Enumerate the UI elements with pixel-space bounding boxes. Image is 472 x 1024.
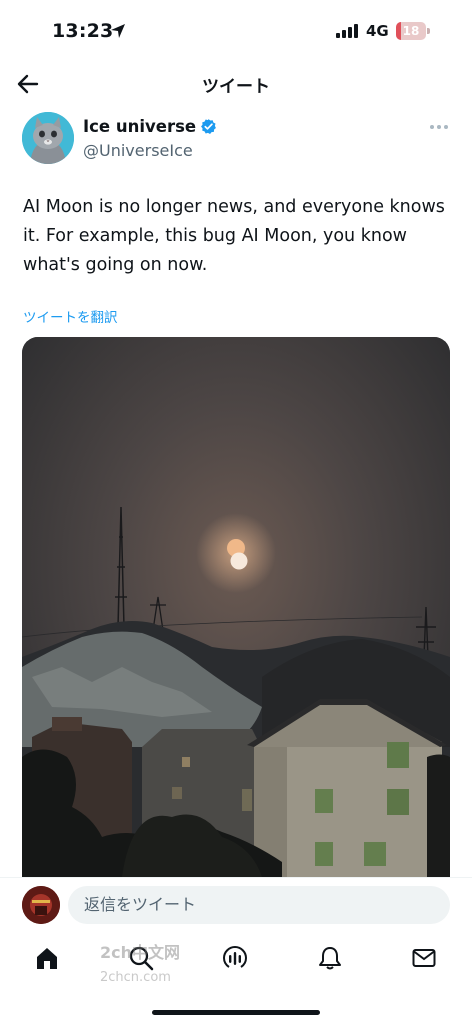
author-name-row: Ice universe <box>83 117 217 136</box>
tweet-author[interactable]: Ice universe @UniverseIce <box>22 110 452 168</box>
spaces-icon <box>222 946 248 968</box>
bell-icon <box>319 947 341 970</box>
reply-bar: 返信をツイート <box>0 877 472 933</box>
battery-level: 18 <box>402 24 420 38</box>
status-bar: 13:23 4G 18 <box>0 0 472 62</box>
verified-badge-icon <box>201 119 217 134</box>
tab-spaces[interactable] <box>222 945 248 971</box>
home-indicator[interactable] <box>152 1010 320 1015</box>
user-avatar[interactable] <box>22 886 60 924</box>
status-time: 13:23 <box>52 20 114 42</box>
location-arrow-icon <box>111 24 125 38</box>
tweet-photo[interactable] <box>22 337 450 877</box>
network-label: 4G <box>366 22 389 40</box>
translate-link[interactable]: ツイートを翻訳 <box>23 306 118 326</box>
author-avatar[interactable] <box>22 112 74 164</box>
tweet-text: AI Moon is no longer news, and everyone … <box>23 197 445 275</box>
watermark-url: 2chcn.com <box>100 970 171 985</box>
envelope-icon <box>412 949 436 967</box>
watermark: 2ch中文网 <box>100 943 181 962</box>
reply-input[interactable]: 返信をツイート <box>68 886 450 924</box>
home-icon <box>37 948 57 969</box>
author-handle: @UniverseIce <box>83 141 193 160</box>
tweet-header: ツイート <box>0 62 472 106</box>
bottom-tab-bar <box>0 933 472 993</box>
author-name: Ice universe <box>83 117 197 136</box>
tab-notifications[interactable] <box>317 945 343 971</box>
tab-home[interactable] <box>34 945 60 971</box>
night-moon-photo <box>22 337 450 877</box>
more-options-button[interactable] <box>430 120 450 134</box>
tab-messages[interactable] <box>411 945 437 971</box>
page-title: ツイート <box>202 77 270 97</box>
signal-icon <box>336 24 358 38</box>
battery-icon: 18 <box>396 22 430 40</box>
cat-avatar-image <box>22 112 74 164</box>
